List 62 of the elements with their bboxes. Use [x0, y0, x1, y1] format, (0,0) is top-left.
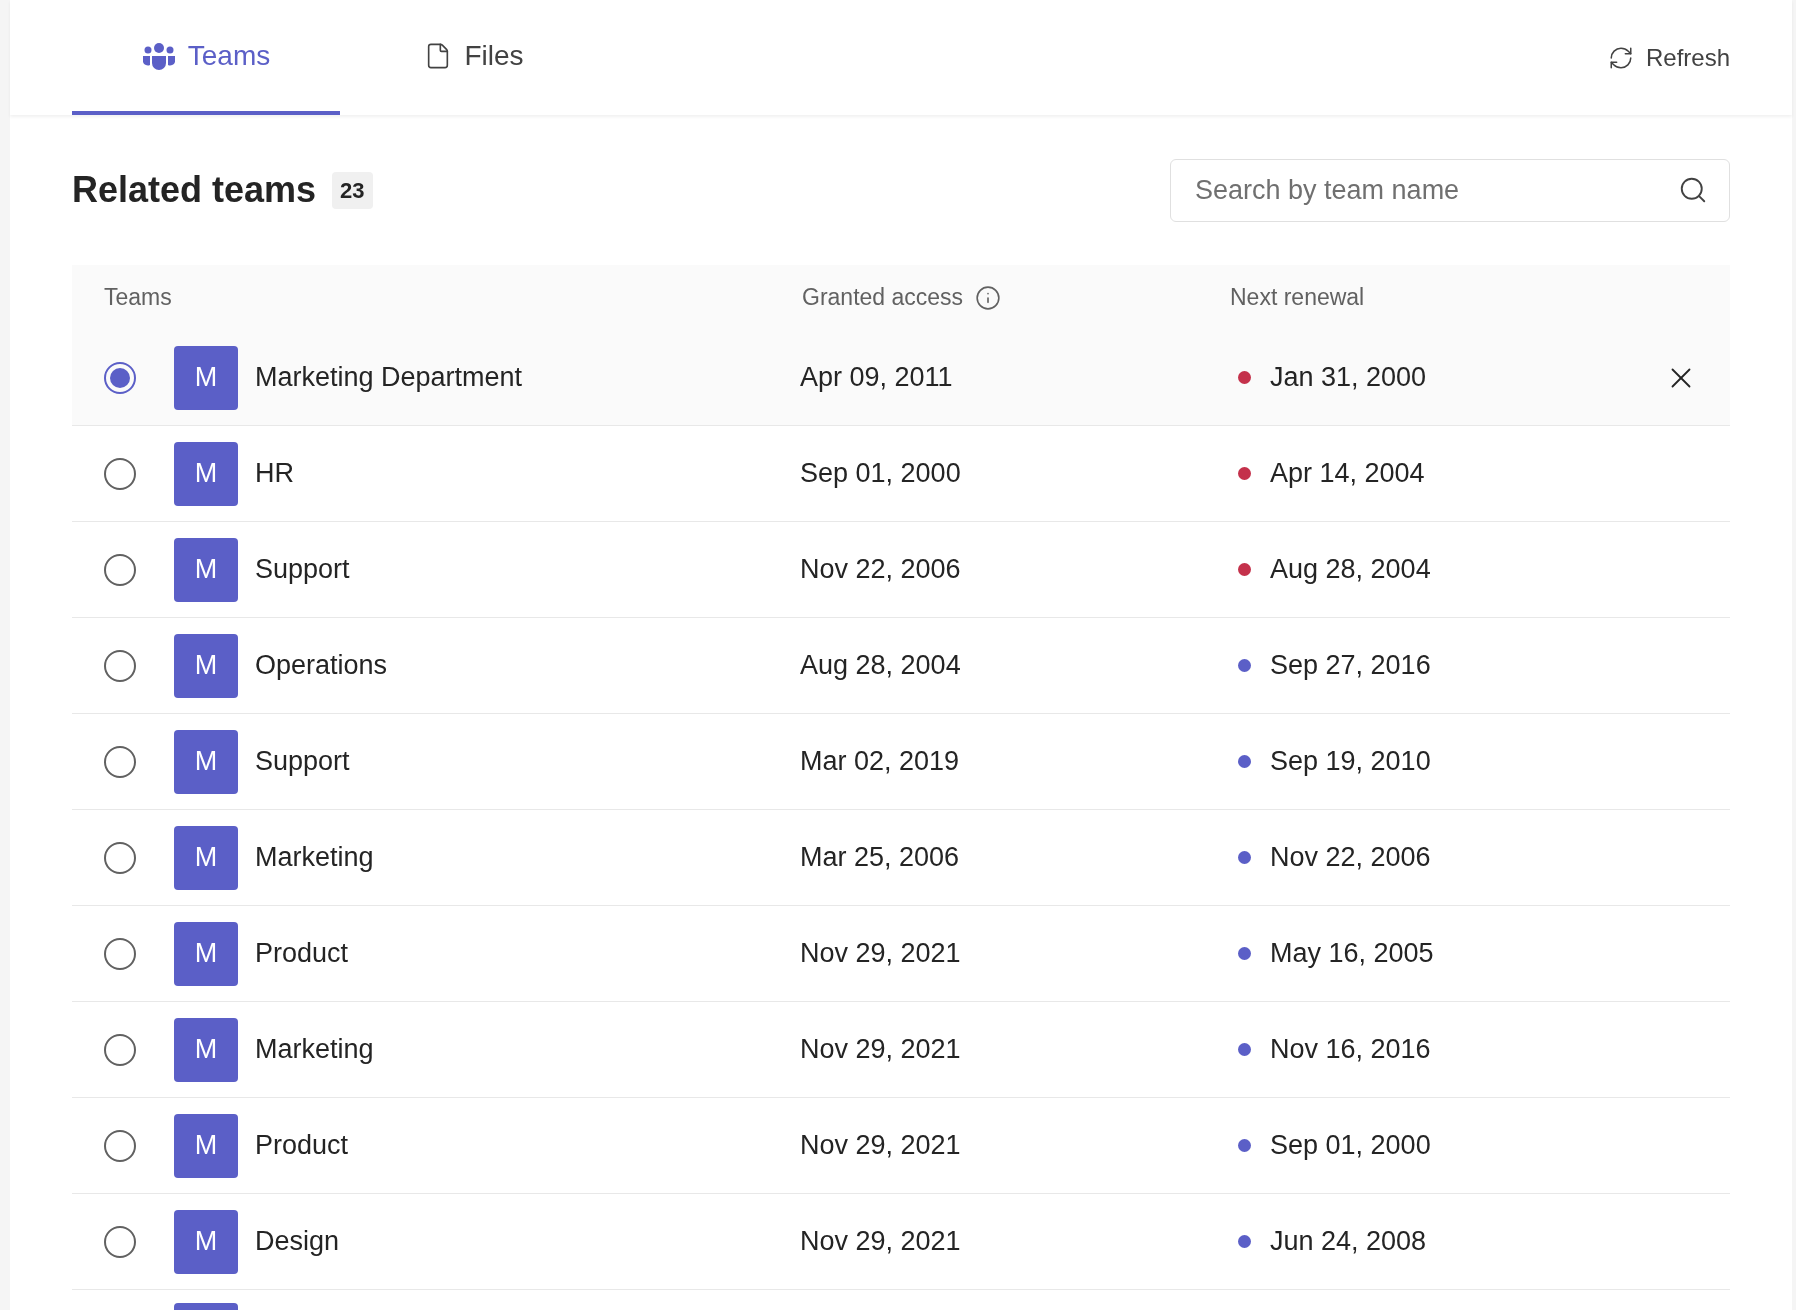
radio-button[interactable]: [104, 745, 136, 778]
team-avatar: M: [174, 729, 238, 794]
team-avatar: M: [174, 537, 238, 602]
renewal-date: Jan 31, 2000: [1270, 361, 1427, 395]
renewal-date: Nov 16, 2016: [1270, 1033, 1431, 1067]
renewal-date: Apr 14, 2004: [1270, 457, 1425, 491]
radio-button[interactable]: [104, 361, 136, 394]
radio-button[interactable]: [104, 1033, 136, 1066]
renewal-date: Aug 28, 2004: [1270, 553, 1431, 587]
column-header: Teams: [104, 283, 173, 313]
granted-date: Nov 29, 2021: [800, 937, 962, 971]
radio-button[interactable]: [104, 457, 136, 490]
renewal-date: Jun 24, 2008: [1270, 1225, 1427, 1259]
info-icon: [975, 284, 1002, 311]
team-avatar: M: [174, 1113, 238, 1178]
granted-date: Mar 25, 2006: [800, 841, 961, 875]
team-avatar: M: [174, 825, 238, 890]
granted-date: Nov 29, 2021: [800, 1225, 962, 1259]
radio-button[interactable]: [104, 1225, 136, 1258]
team-avatar: M: [174, 1209, 238, 1274]
radio-button[interactable]: [104, 553, 136, 586]
tab[interactable]: Files: [340, 0, 608, 115]
renewal-date: Sep 19, 2010: [1270, 745, 1431, 779]
radio-button[interactable]: [104, 1129, 136, 1162]
column-header: Next renewal: [1230, 283, 1365, 313]
team-avatar: M: [174, 345, 238, 410]
search-field[interactable]: Search by team name: [1170, 158, 1730, 222]
team-name: Marketing: [255, 1033, 375, 1067]
team-name: Operations: [255, 649, 389, 683]
radio-button[interactable]: [104, 937, 136, 970]
renewal-date: Sep 27, 2016: [1270, 649, 1431, 683]
granted-date: Nov 29, 2021: [800, 1129, 962, 1163]
team-name: Marketing Department: [255, 361, 524, 395]
refresh-button[interactable]: Refresh: [1607, 0, 1730, 115]
team-avatar: M: [174, 633, 238, 698]
renewal-date: Sep 01, 2000: [1270, 1129, 1431, 1163]
team-name: Support: [255, 553, 351, 587]
granted-date: Nov 22, 2006: [800, 553, 962, 587]
granted-date: Nov 29, 2021: [800, 1033, 962, 1067]
team-name: Support: [255, 745, 351, 779]
granted-date: Apr 09, 2011: [800, 361, 954, 395]
count-badge: 23: [332, 171, 373, 209]
radio-button[interactable]: [104, 841, 136, 874]
granted-date: Mar 02, 2019: [800, 745, 961, 779]
team-name: Product: [255, 937, 350, 971]
renewal-date: Nov 22, 2006: [1270, 841, 1431, 875]
team-avatar: M: [174, 921, 238, 986]
team-name: HR: [255, 457, 295, 491]
team-avatar: M: [174, 1017, 238, 1082]
tab[interactable]: Teams: [72, 0, 340, 115]
section-title: Related teams: [72, 168, 317, 212]
granted-date: Sep 01, 2000: [800, 457, 962, 491]
column-header: Granted access: [802, 283, 964, 313]
team-name: Marketing: [255, 841, 375, 875]
radio-button[interactable]: [104, 649, 136, 682]
team-name: Design: [255, 1225, 341, 1259]
renewal-date: May 16, 2005: [1270, 937, 1434, 971]
table-row[interactable]: M Marketing Department Apr 09, 2011 Jan 31, 2000: [72, 330, 1730, 426]
team-name: Product: [255, 1129, 350, 1163]
granted-date: Aug 28, 2004: [800, 649, 962, 683]
people-icon: [141, 41, 176, 70]
team-avatar: M: [174, 441, 238, 506]
